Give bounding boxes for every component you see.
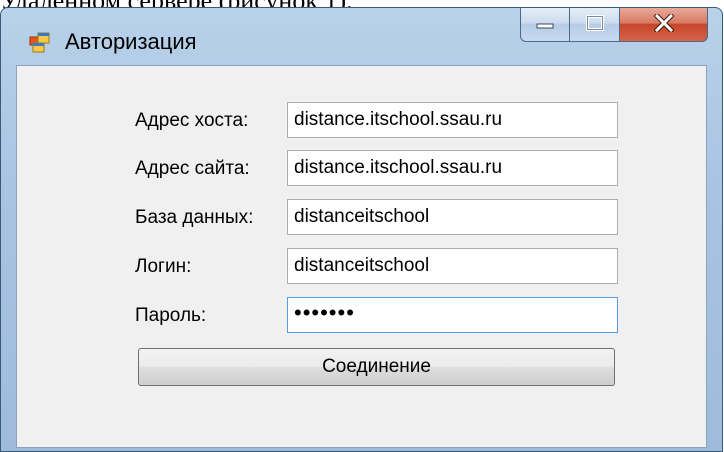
- caption-buttons: [520, 8, 708, 42]
- maximize-button[interactable]: [570, 8, 620, 42]
- database-input[interactable]: distanceitschool: [287, 199, 618, 235]
- maximize-icon: [585, 14, 604, 35]
- connect-button[interactable]: Соединение: [138, 348, 615, 386]
- password-label: Пароль:: [135, 305, 207, 326]
- close-button[interactable]: [620, 8, 708, 42]
- title-bar[interactable]: Авторизация: [1, 8, 722, 68]
- site-address-label: Адрес сайта:: [135, 158, 250, 179]
- window-title: Авторизация: [65, 29, 197, 54]
- minimize-button[interactable]: [520, 8, 570, 42]
- host-address-input[interactable]: distance.itschool.ssau.ru: [287, 102, 618, 138]
- client-area: Адрес хоста: distance.itschool.ssau.ru А…: [16, 65, 707, 448]
- host-address-label: Адрес хоста:: [135, 110, 249, 131]
- application-form-icon: [29, 32, 51, 54]
- minimize-icon: [536, 15, 554, 34]
- site-address-input[interactable]: distance.itschool.ssau.ru: [287, 150, 618, 186]
- close-icon: [652, 11, 675, 36]
- login-input[interactable]: distanceitschool: [287, 248, 618, 284]
- database-label: База данных:: [135, 207, 254, 228]
- password-input[interactable]: •••••••: [287, 297, 618, 333]
- login-label: Логин:: [135, 256, 192, 277]
- authorization-window: Авторизация Адрес хоста: distance.itscho…: [0, 7, 723, 452]
